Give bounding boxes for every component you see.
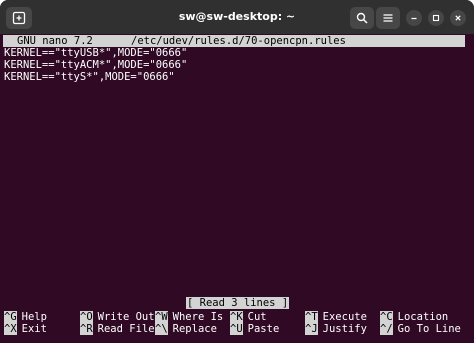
file-line[interactable]: KERNEL=="ttyUSB*",MODE="0666" bbox=[4, 47, 187, 59]
shortcut-key: ^/ bbox=[380, 323, 393, 336]
shortcut-exit[interactable]: ^X Exit bbox=[4, 323, 47, 336]
shortcut-label: Read File bbox=[97, 323, 155, 335]
shortcut-key: ^\ bbox=[155, 323, 168, 336]
shortcut-label: Cut bbox=[247, 311, 267, 323]
shortcut-label: Help bbox=[21, 311, 47, 323]
shortcut-label: Justify bbox=[322, 323, 367, 335]
shortcut-label: Paste bbox=[247, 323, 280, 335]
shortcut-replace[interactable]: ^\ Replace bbox=[155, 323, 217, 336]
window-title: sw@sw-desktop: ~ bbox=[178, 10, 296, 23]
shortcut-label: Replace bbox=[172, 323, 217, 335]
hamburger-menu-icon bbox=[383, 14, 393, 22]
shortcut-cut[interactable]: ^K Cut bbox=[230, 311, 267, 324]
shortcut-paste[interactable]: ^U Paste bbox=[230, 323, 280, 336]
shortcut-label: Where Is bbox=[172, 311, 224, 323]
shortcut-where-is[interactable]: ^W Where Is bbox=[155, 311, 224, 324]
shortcut-write-out[interactable]: ^O Write Out bbox=[80, 311, 155, 324]
shortcut-key: ^X bbox=[4, 323, 17, 336]
shortcut-location[interactable]: ^C Location bbox=[380, 311, 449, 324]
nano-version: GNU nano 7.2 bbox=[17, 35, 93, 47]
file-line[interactable]: KERNEL=="ttyS*",MODE="0666" bbox=[4, 71, 175, 83]
shortcut-read-file[interactable]: ^R Read File bbox=[80, 323, 155, 336]
shortcut-justify[interactable]: ^J Justify bbox=[305, 323, 367, 336]
titlebar: sw@sw-desktop: ~ bbox=[0, 0, 474, 34]
close-icon bbox=[455, 15, 461, 21]
shortcut-label: Exit bbox=[21, 323, 47, 335]
shortcut-key: ^T bbox=[305, 311, 318, 324]
shortcut-label: Write Out bbox=[97, 311, 155, 323]
nano-filename: /etc/udev/rules.d/70-opencpn.rules bbox=[131, 35, 346, 47]
shortcut-key: ^W bbox=[155, 311, 168, 324]
minimize-button[interactable] bbox=[404, 7, 424, 29]
shortcut-label: Execute bbox=[322, 311, 367, 323]
shortcut-execute[interactable]: ^T Execute bbox=[305, 311, 367, 324]
minimize-icon bbox=[411, 17, 417, 20]
shortcut-key: ^J bbox=[305, 323, 318, 336]
terminal-window: sw@sw-desktop: ~ GNU nano 7.2 /etc/udev/… bbox=[0, 0, 474, 343]
shortcut-key: ^R bbox=[80, 323, 93, 336]
file-line[interactable]: KERNEL=="ttyACM*",MODE="0666" bbox=[4, 59, 187, 71]
status-message: [ Read 3 lines ] bbox=[186, 297, 290, 310]
shortcut-key: ^G bbox=[4, 311, 17, 324]
maximize-button[interactable] bbox=[426, 7, 446, 29]
shortcut-label: Location bbox=[397, 311, 449, 323]
shortcut-key: ^O bbox=[80, 311, 93, 324]
shortcut-help[interactable]: ^G Help bbox=[4, 311, 47, 324]
shortcut-key: ^U bbox=[230, 323, 243, 336]
shortcut-key: ^C bbox=[380, 311, 393, 324]
shortcut-go-to-line[interactable]: ^/ Go To Line bbox=[380, 323, 461, 336]
shortcut-label: Go To Line bbox=[397, 323, 461, 335]
shortcut-key: ^K bbox=[230, 311, 243, 324]
terminal-area[interactable]: GNU nano 7.2 /etc/udev/rules.d/70-opencp… bbox=[0, 34, 474, 343]
maximize-icon bbox=[432, 14, 440, 22]
new-tab-button[interactable] bbox=[6, 7, 32, 29]
nano-header-bar: GNU nano 7.2 /etc/udev/rules.d/70-opencp… bbox=[3, 35, 465, 47]
close-button[interactable] bbox=[448, 7, 468, 29]
search-button[interactable] bbox=[350, 7, 374, 29]
search-icon bbox=[356, 12, 368, 24]
new-tab-icon bbox=[12, 11, 26, 25]
menu-button[interactable] bbox=[376, 7, 400, 29]
